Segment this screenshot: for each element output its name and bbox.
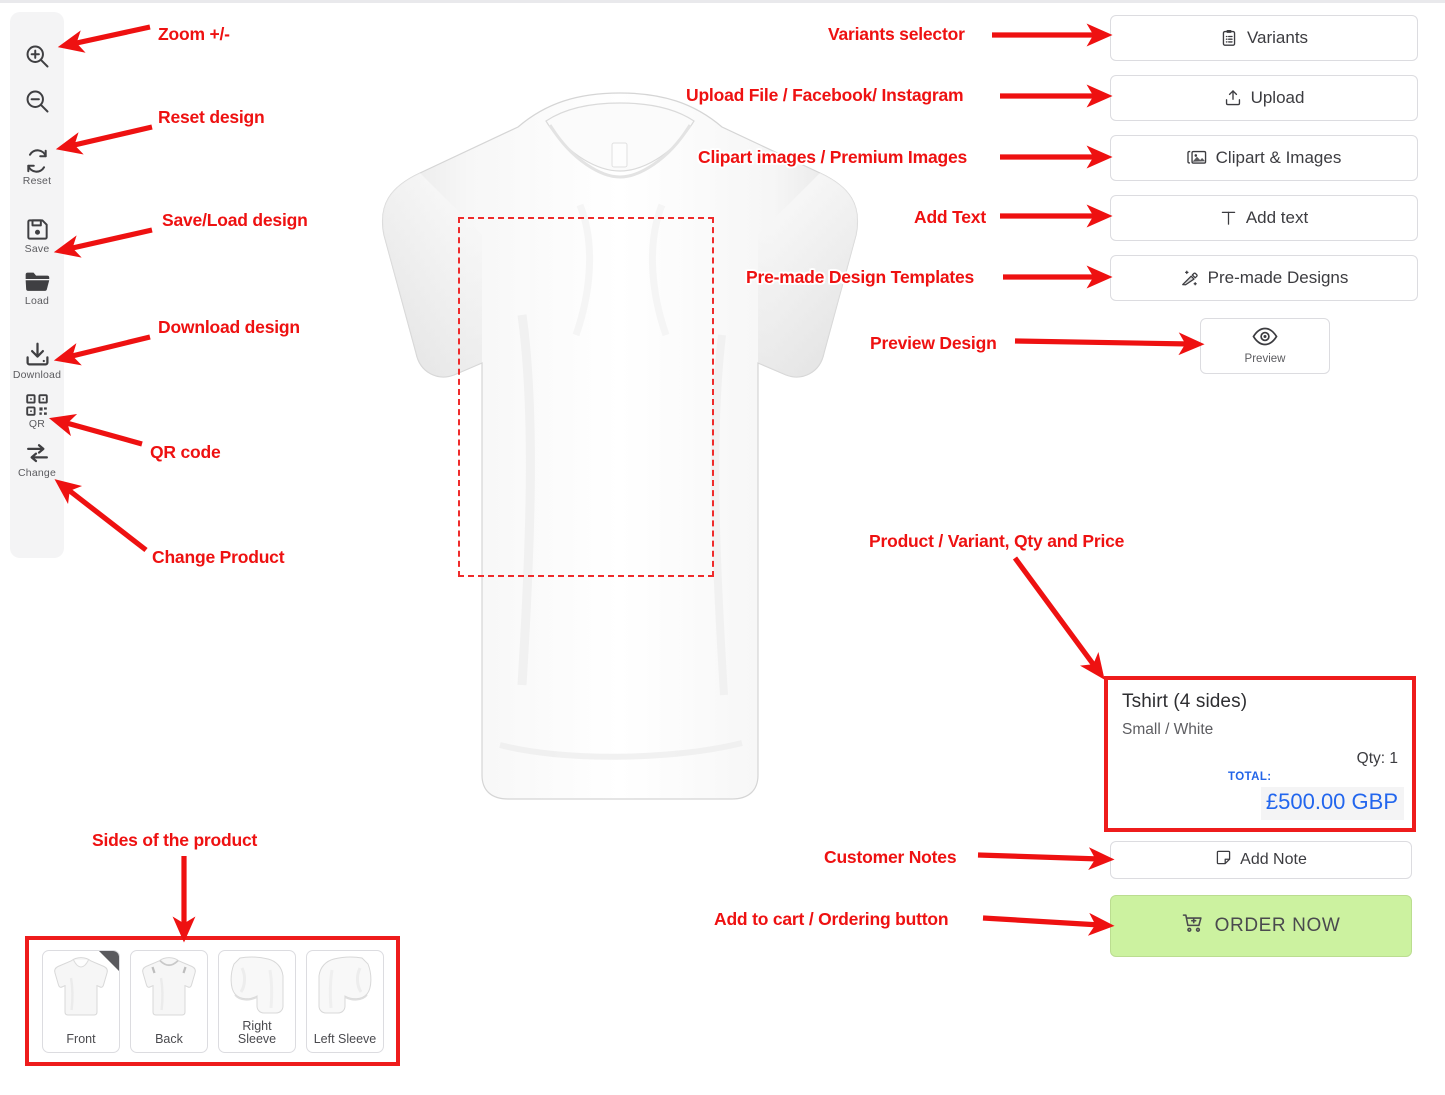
annotation-save-load: Save/Load design: [162, 210, 308, 230]
total-value: £500.00 GBP: [1265, 789, 1398, 814]
annotation-product-info: Product / Variant, Qty and Price: [869, 531, 1125, 551]
add-note-label: Add Note: [1240, 851, 1307, 868]
print-area-boundary[interactable]: [458, 217, 714, 577]
premade-designs-button[interactable]: Pre-made Designs: [1110, 255, 1418, 301]
side-label: Back: [155, 1031, 183, 1046]
annotation-notes: Customer Notes: [824, 847, 957, 867]
annotation-premade: Pre-made Design Templates: [746, 267, 975, 287]
qr-label: QR: [28, 418, 46, 430]
addtext-label: Add text: [1245, 208, 1309, 227]
zoom-in-button[interactable]: [10, 42, 64, 71]
tshirt-front-thumb-icon: [52, 956, 110, 1023]
annotation-zoom: Zoom +/-: [158, 24, 230, 44]
clipart-label: Clipart & Images: [1215, 148, 1342, 167]
side-label: Front: [66, 1031, 96, 1046]
order-now-label: ORDER NOW: [1214, 915, 1341, 936]
side-label: Left Sleeve: [313, 1031, 377, 1046]
save-label: Save: [24, 243, 50, 255]
top-divider: [0, 0, 1445, 3]
product-summary-card: Tshirt (4 sides) Small / White Qty: 1 TO…: [1104, 676, 1416, 832]
zoom-in-icon: [23, 42, 51, 70]
annotation-qr-code: QR code: [150, 442, 221, 462]
clipart-images-button[interactable]: Clipart & Images: [1110, 135, 1418, 181]
side-thumb-back[interactable]: Back: [130, 950, 208, 1053]
qr-code-icon: [25, 393, 49, 417]
product-title: Tshirt (4 sides): [1122, 691, 1248, 712]
side-thumb-front[interactable]: Front: [42, 950, 120, 1053]
load-button[interactable]: Load: [10, 269, 64, 307]
premade-label: Pre-made Designs: [1207, 268, 1349, 287]
load-label: Load: [24, 295, 50, 307]
add-note-button[interactable]: Add Note: [1110, 841, 1412, 879]
swap-icon: [24, 440, 51, 466]
preview-button[interactable]: Preview: [1200, 318, 1330, 374]
reset-icon: [24, 148, 50, 174]
order-now-button[interactable]: ORDER NOW: [1110, 895, 1412, 957]
annotation-add-text: Add Text: [914, 207, 986, 227]
images-icon: [1186, 149, 1207, 167]
annotation-sides: Sides of the product: [92, 830, 258, 850]
total-block: TOTAL: £500.00 GBP: [1224, 769, 1404, 820]
change-product-button[interactable]: Change: [10, 440, 64, 479]
download-icon: [24, 341, 51, 368]
annotation-variants: Variants selector: [828, 24, 965, 44]
annotation-reset: Reset design: [158, 107, 265, 127]
eye-icon: [1252, 327, 1278, 351]
tshirt-left-sleeve-thumb-icon: [314, 956, 376, 1025]
cart-plus-icon: [1182, 912, 1204, 940]
product-sides-panel: Front Back Right Sleeve Left Sleeve: [25, 936, 400, 1066]
tshirt-right-sleeve-thumb-icon: [226, 956, 288, 1025]
reset-label: Reset: [22, 175, 52, 187]
annotation-upload: Upload File / Facebook/ Instagram: [686, 85, 964, 105]
variants-label: Variants: [1246, 28, 1309, 47]
annotation-download: Download design: [158, 317, 300, 337]
variants-button[interactable]: Variants: [1110, 15, 1418, 61]
product-variant: Small / White: [1122, 721, 1214, 738]
product-quantity: Qty: 1: [1356, 750, 1398, 767]
upload-button[interactable]: Upload: [1110, 75, 1418, 121]
zoom-out-icon: [23, 87, 51, 115]
total-label: TOTAL:: [1224, 769, 1294, 785]
qr-button[interactable]: QR: [10, 393, 64, 430]
tshirt-back-thumb-icon: [140, 956, 198, 1023]
preview-label: Preview: [1244, 353, 1286, 365]
annotation-ordering: Add to cart / Ordering button: [714, 909, 949, 929]
folder-icon: [24, 269, 51, 294]
download-label: Download: [12, 369, 62, 381]
tools-sidebar: Reset Save Load Download QR Change: [10, 12, 64, 558]
upload-label: Upload: [1250, 88, 1305, 107]
add-text-button[interactable]: Add text: [1110, 195, 1418, 241]
side-thumb-right-sleeve[interactable]: Right Sleeve: [218, 950, 296, 1053]
change-label: Change: [18, 467, 56, 479]
text-t-icon: [1220, 209, 1237, 227]
clipboard-list-icon: [1220, 29, 1238, 47]
side-thumb-left-sleeve[interactable]: Left Sleeve: [306, 950, 384, 1053]
annotation-clipart: Clipart images / Premium Images: [698, 147, 968, 167]
annotation-preview: Preview Design: [870, 333, 997, 353]
magic-wand-icon: [1180, 269, 1199, 287]
download-button[interactable]: Download: [10, 341, 64, 381]
upload-icon: [1224, 89, 1242, 107]
note-icon: [1215, 849, 1232, 871]
annotation-change-product: Change Product: [152, 547, 285, 567]
zoom-out-button[interactable]: [10, 87, 64, 116]
save-icon: [25, 217, 50, 242]
save-button[interactable]: Save: [10, 217, 64, 255]
reset-button[interactable]: Reset: [10, 148, 64, 187]
